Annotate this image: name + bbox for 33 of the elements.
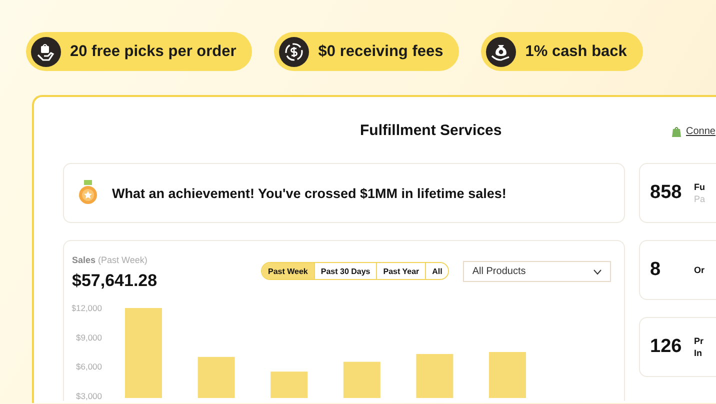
perk-label: 1% cash back [525, 42, 627, 60]
product-dropdown[interactable]: All Products [463, 261, 612, 282]
stat-title: Fu [694, 181, 706, 193]
sales-bar [270, 372, 308, 398]
sales-bar [416, 354, 454, 398]
achievement-message: What an achievement! You've crossed $1MM in lifetime sales! [112, 186, 506, 200]
y-axis-label: $9,000 [76, 332, 102, 342]
period-tab[interactable]: All [425, 263, 448, 279]
stat-value: 8 [650, 259, 662, 281]
sales-bar [198, 356, 235, 398]
dollar-cycle-icon [279, 36, 310, 66]
sales-total: $57,641.28 [72, 271, 158, 291]
money-bag-hand-icon [486, 36, 516, 66]
stat-title: In [694, 347, 703, 359]
stat-value: 858 [650, 182, 680, 204]
stat-title: Pr [694, 335, 704, 347]
medal-icon [78, 180, 98, 206]
y-axis-label: $6,000 [76, 362, 102, 372]
y-axis-label: $3,000 [76, 391, 102, 401]
chevron-down-icon [593, 268, 602, 274]
shopping-bag-icon [672, 126, 681, 137]
perk-label: $0 receiving fees [318, 42, 444, 60]
sales-label: Sales (Past Week) [72, 255, 148, 265]
sales-bar [489, 352, 526, 398]
sales-bar [343, 362, 380, 398]
period-tab[interactable]: Past Week [262, 263, 314, 279]
stat-subtitle: Pa [694, 193, 706, 205]
hand-bag-icon [31, 36, 61, 66]
stat-value: 126 [650, 336, 680, 358]
stat-title: Or [694, 264, 705, 276]
perk-label: 20 free picks per order [70, 42, 236, 60]
page-title: Fulfillment Services [360, 122, 502, 138]
connect-link[interactable]: Conne [686, 126, 716, 137]
